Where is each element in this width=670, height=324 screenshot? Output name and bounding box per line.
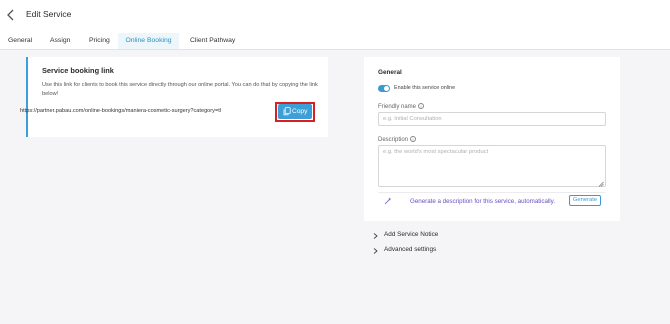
- generate-button[interactable]: Generate: [569, 195, 601, 206]
- divider: [378, 192, 606, 193]
- enable-online-toggle[interactable]: [378, 85, 390, 92]
- tab-bar: General Assign Pricing Online Booking Cl…: [0, 33, 670, 50]
- tabs-divider: [0, 49, 670, 50]
- copy-button-label: Copy: [292, 108, 308, 115]
- friendly-name-label-text: Friendly name: [378, 104, 417, 110]
- chevron-right-icon: [373, 248, 378, 254]
- tab-general[interactable]: General: [8, 33, 32, 50]
- friendly-name-input[interactable]: [378, 112, 606, 126]
- tab-pricing[interactable]: Pricing: [89, 33, 110, 50]
- booking-link-card: Service booking link Use this link for c…: [26, 57, 328, 137]
- friendly-name-label: Friendly name i: [378, 103, 425, 110]
- info-icon[interactable]: i: [418, 103, 425, 109]
- generate-description-link[interactable]: Generate a description for this service,…: [410, 198, 555, 205]
- toggle-knob: [384, 86, 389, 91]
- tab-online-booking[interactable]: Online Booking: [118, 33, 179, 50]
- info-icon[interactable]: i: [410, 136, 417, 142]
- general-settings-card: General Enable this service online Frien…: [364, 57, 620, 221]
- advanced-settings-label: Advanced settings: [384, 246, 437, 253]
- page-title: Edit Service: [26, 9, 72, 19]
- magic-wand-icon: [384, 197, 392, 205]
- tab-client-pathway[interactable]: Client Pathway: [190, 33, 235, 50]
- booking-link-url: https://partner.pabau.com/online-booking…: [20, 108, 222, 114]
- chevron-right-icon: [373, 233, 378, 239]
- tab-assign[interactable]: Assign: [50, 33, 70, 50]
- resize-grip-icon[interactable]: [598, 181, 604, 187]
- copy-icon: [283, 107, 291, 116]
- add-service-notice-label: Add Service Notice: [384, 231, 439, 238]
- top-bar: Edit Service General Assign Pricing Onli…: [0, 0, 670, 50]
- enable-online-label: Enable this service online: [394, 85, 456, 91]
- description-textarea[interactable]: [378, 145, 606, 187]
- copy-button[interactable]: Copy: [278, 104, 312, 119]
- booking-link-title: Service booking link: [42, 66, 114, 75]
- chevron-left-icon[interactable]: [5, 8, 17, 22]
- description-label: Description i: [378, 136, 417, 143]
- general-section-title: General: [378, 69, 402, 76]
- booking-link-description: Use this link for clients to book this s…: [42, 82, 318, 97]
- description-label-text: Description: [378, 137, 409, 143]
